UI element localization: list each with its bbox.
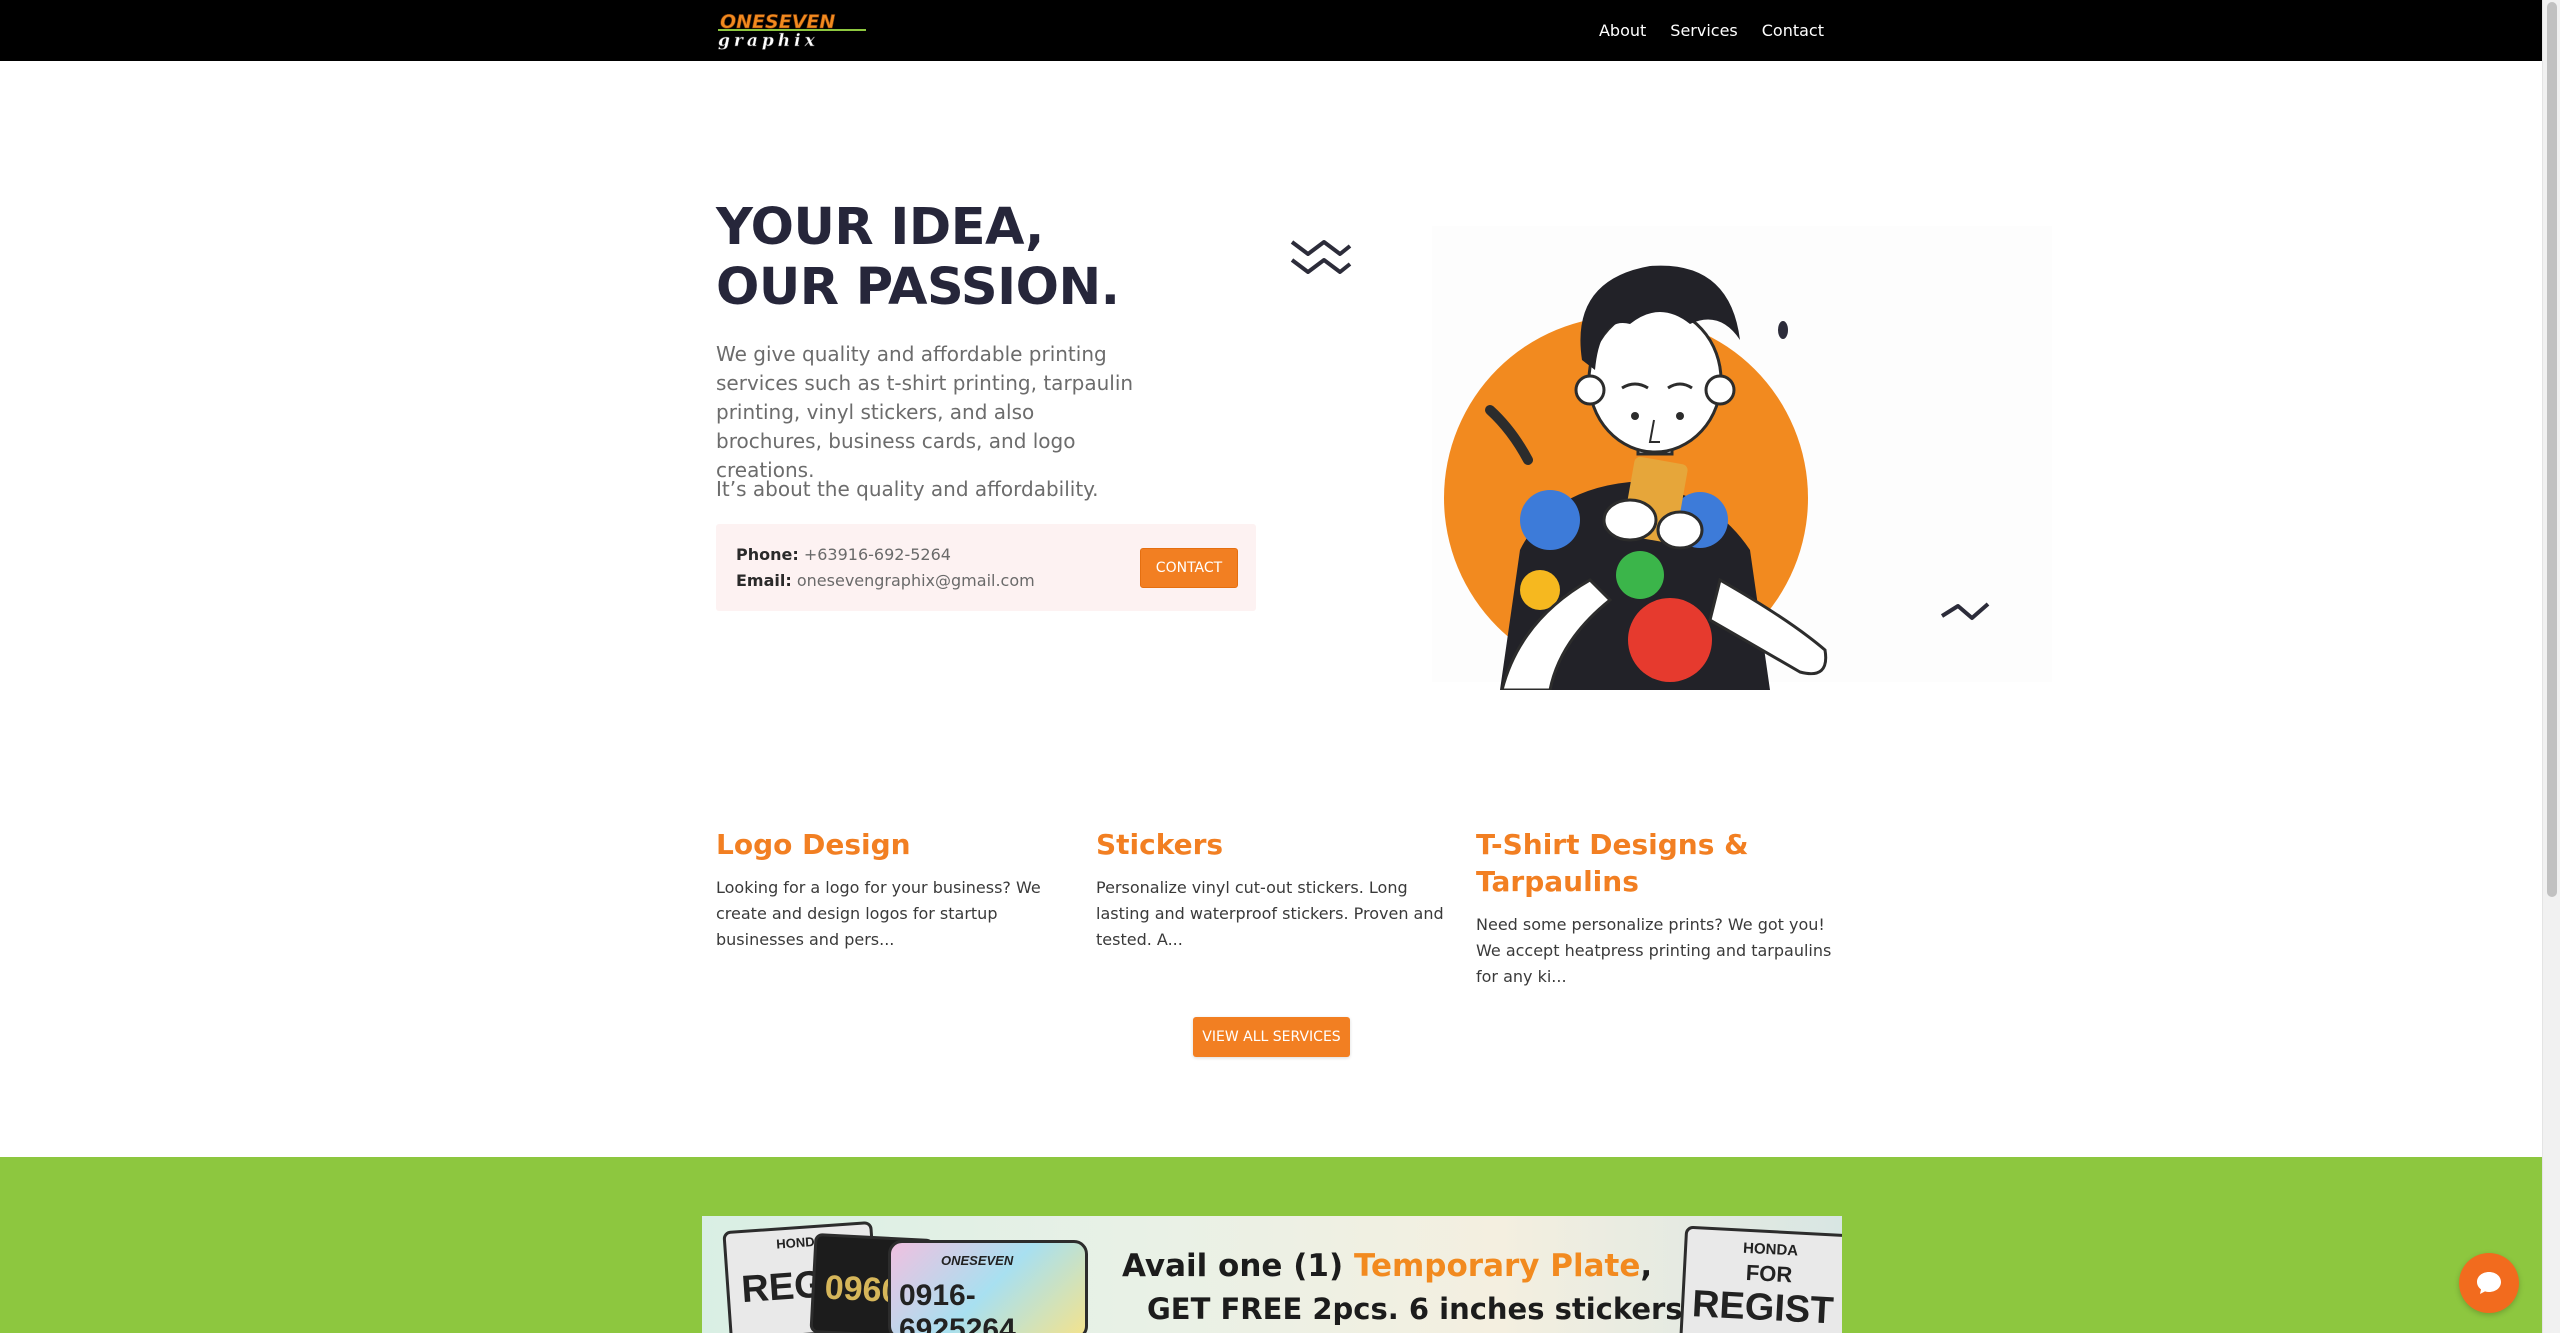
scrollbar-thumb[interactable] — [2547, 2, 2557, 897]
nav-link-services[interactable]: Services — [1670, 21, 1737, 40]
temporary-plate-right-image: HONDA FOR REGIST — [1678, 1225, 1842, 1333]
top-navbar: ONESEVEN graphix About Services Contact — [0, 0, 2542, 61]
email-row: Email: onesevengraphix@gmail.com — [736, 568, 1035, 594]
service-card-stickers[interactable]: Stickers Personalize vinyl cut-out stick… — [1096, 826, 1456, 953]
promo-headline-highlight: Temporary Plate — [1353, 1248, 1641, 1284]
main-nav: About Services Contact — [1599, 0, 1824, 61]
hero-title: YOUR IDEA, OUR PASSION. — [716, 198, 1236, 318]
chat-widget-button[interactable] — [2459, 1253, 2519, 1313]
holographic-plate-image: ONESEVEN 0916-6925264 — [888, 1240, 1088, 1333]
service-title[interactable]: Logo Design — [716, 826, 1076, 863]
page: ONESEVEN graphix About Services Contact … — [0, 0, 2542, 1333]
brand-logo[interactable]: ONESEVEN graphix — [716, 8, 874, 51]
service-description: Personalize vinyl cut-out stickers. Long… — [1096, 878, 1444, 949]
email-value: onesevengraphix@gmail.com — [796, 571, 1035, 590]
plate-brand-right: HONDA — [1742, 1239, 1799, 1260]
service-card-tshirt-tarpaulins[interactable]: T-Shirt Designs & Tarpaulins Need some p… — [1476, 826, 1836, 990]
phone-row: Phone: +63916-692-5264 — [736, 542, 1035, 568]
service-card-logo-design[interactable]: Logo Design Looking for a logo for your … — [716, 826, 1076, 953]
phone-label: Phone: — [736, 545, 799, 564]
plate-regist-text: REGIST — [1691, 1283, 1835, 1333]
hero-title-line1: YOUR IDEA, — [716, 198, 1044, 257]
hero-description: We give quality and affordable printing … — [716, 342, 1134, 482]
promo-headline: Avail one (1) Temporary Plate, — [1122, 1248, 1652, 1284]
contact-card: Phone: +63916-692-5264 Email: onesevengr… — [716, 524, 1256, 611]
view-all-services-button[interactable]: VIEW ALL SERVICES — [1193, 1017, 1350, 1057]
service-description: Need some personalize prints? We got you… — [1476, 915, 1832, 986]
service-description: Looking for a logo for your business? We… — [716, 878, 1041, 949]
plate-phone-number: 0916-6925264 — [899, 1279, 1016, 1333]
plate-for-text: FOR — [1745, 1259, 1793, 1288]
hero-illustration — [1290, 240, 1990, 690]
service-title[interactable]: Stickers — [1096, 826, 1456, 863]
hero-tagline: It’s about the quality and affordability… — [716, 477, 1099, 501]
phone-value: +63916-692-5264 — [803, 545, 951, 564]
brand-logo-bottom-text: graphix — [718, 31, 819, 50]
promo-banner[interactable]: HONDA REGIS 0960 ONESEVEN 0916-6925264 A… — [702, 1216, 1842, 1333]
promo-headline-prefix: Avail one (1) — [1122, 1248, 1354, 1284]
zigzag-small-decoration-icon — [1940, 602, 1990, 620]
nav-link-about[interactable]: About — [1599, 21, 1646, 40]
promo-headline-suffix: , — [1640, 1248, 1653, 1284]
zigzag-decoration-icon — [1290, 240, 1352, 274]
contact-button[interactable]: CONTACT — [1140, 548, 1238, 588]
email-label: Email: — [736, 571, 792, 590]
promo-subline: GET FREE 2pcs. 6 inches stickers! — [1147, 1292, 1696, 1326]
service-title[interactable]: T-Shirt Designs & Tarpaulins — [1476, 826, 1836, 900]
chat-bubble-icon — [2477, 1272, 2501, 1294]
nav-link-contact[interactable]: Contact — [1762, 21, 1824, 40]
hero-title-line2: OUR PASSION. — [716, 258, 1120, 317]
page-scrollbar[interactable] — [2542, 0, 2560, 1333]
contact-info: Phone: +63916-692-5264 Email: onesevengr… — [736, 542, 1035, 594]
plate-logo-text: ONESEVEN — [941, 1253, 1014, 1268]
